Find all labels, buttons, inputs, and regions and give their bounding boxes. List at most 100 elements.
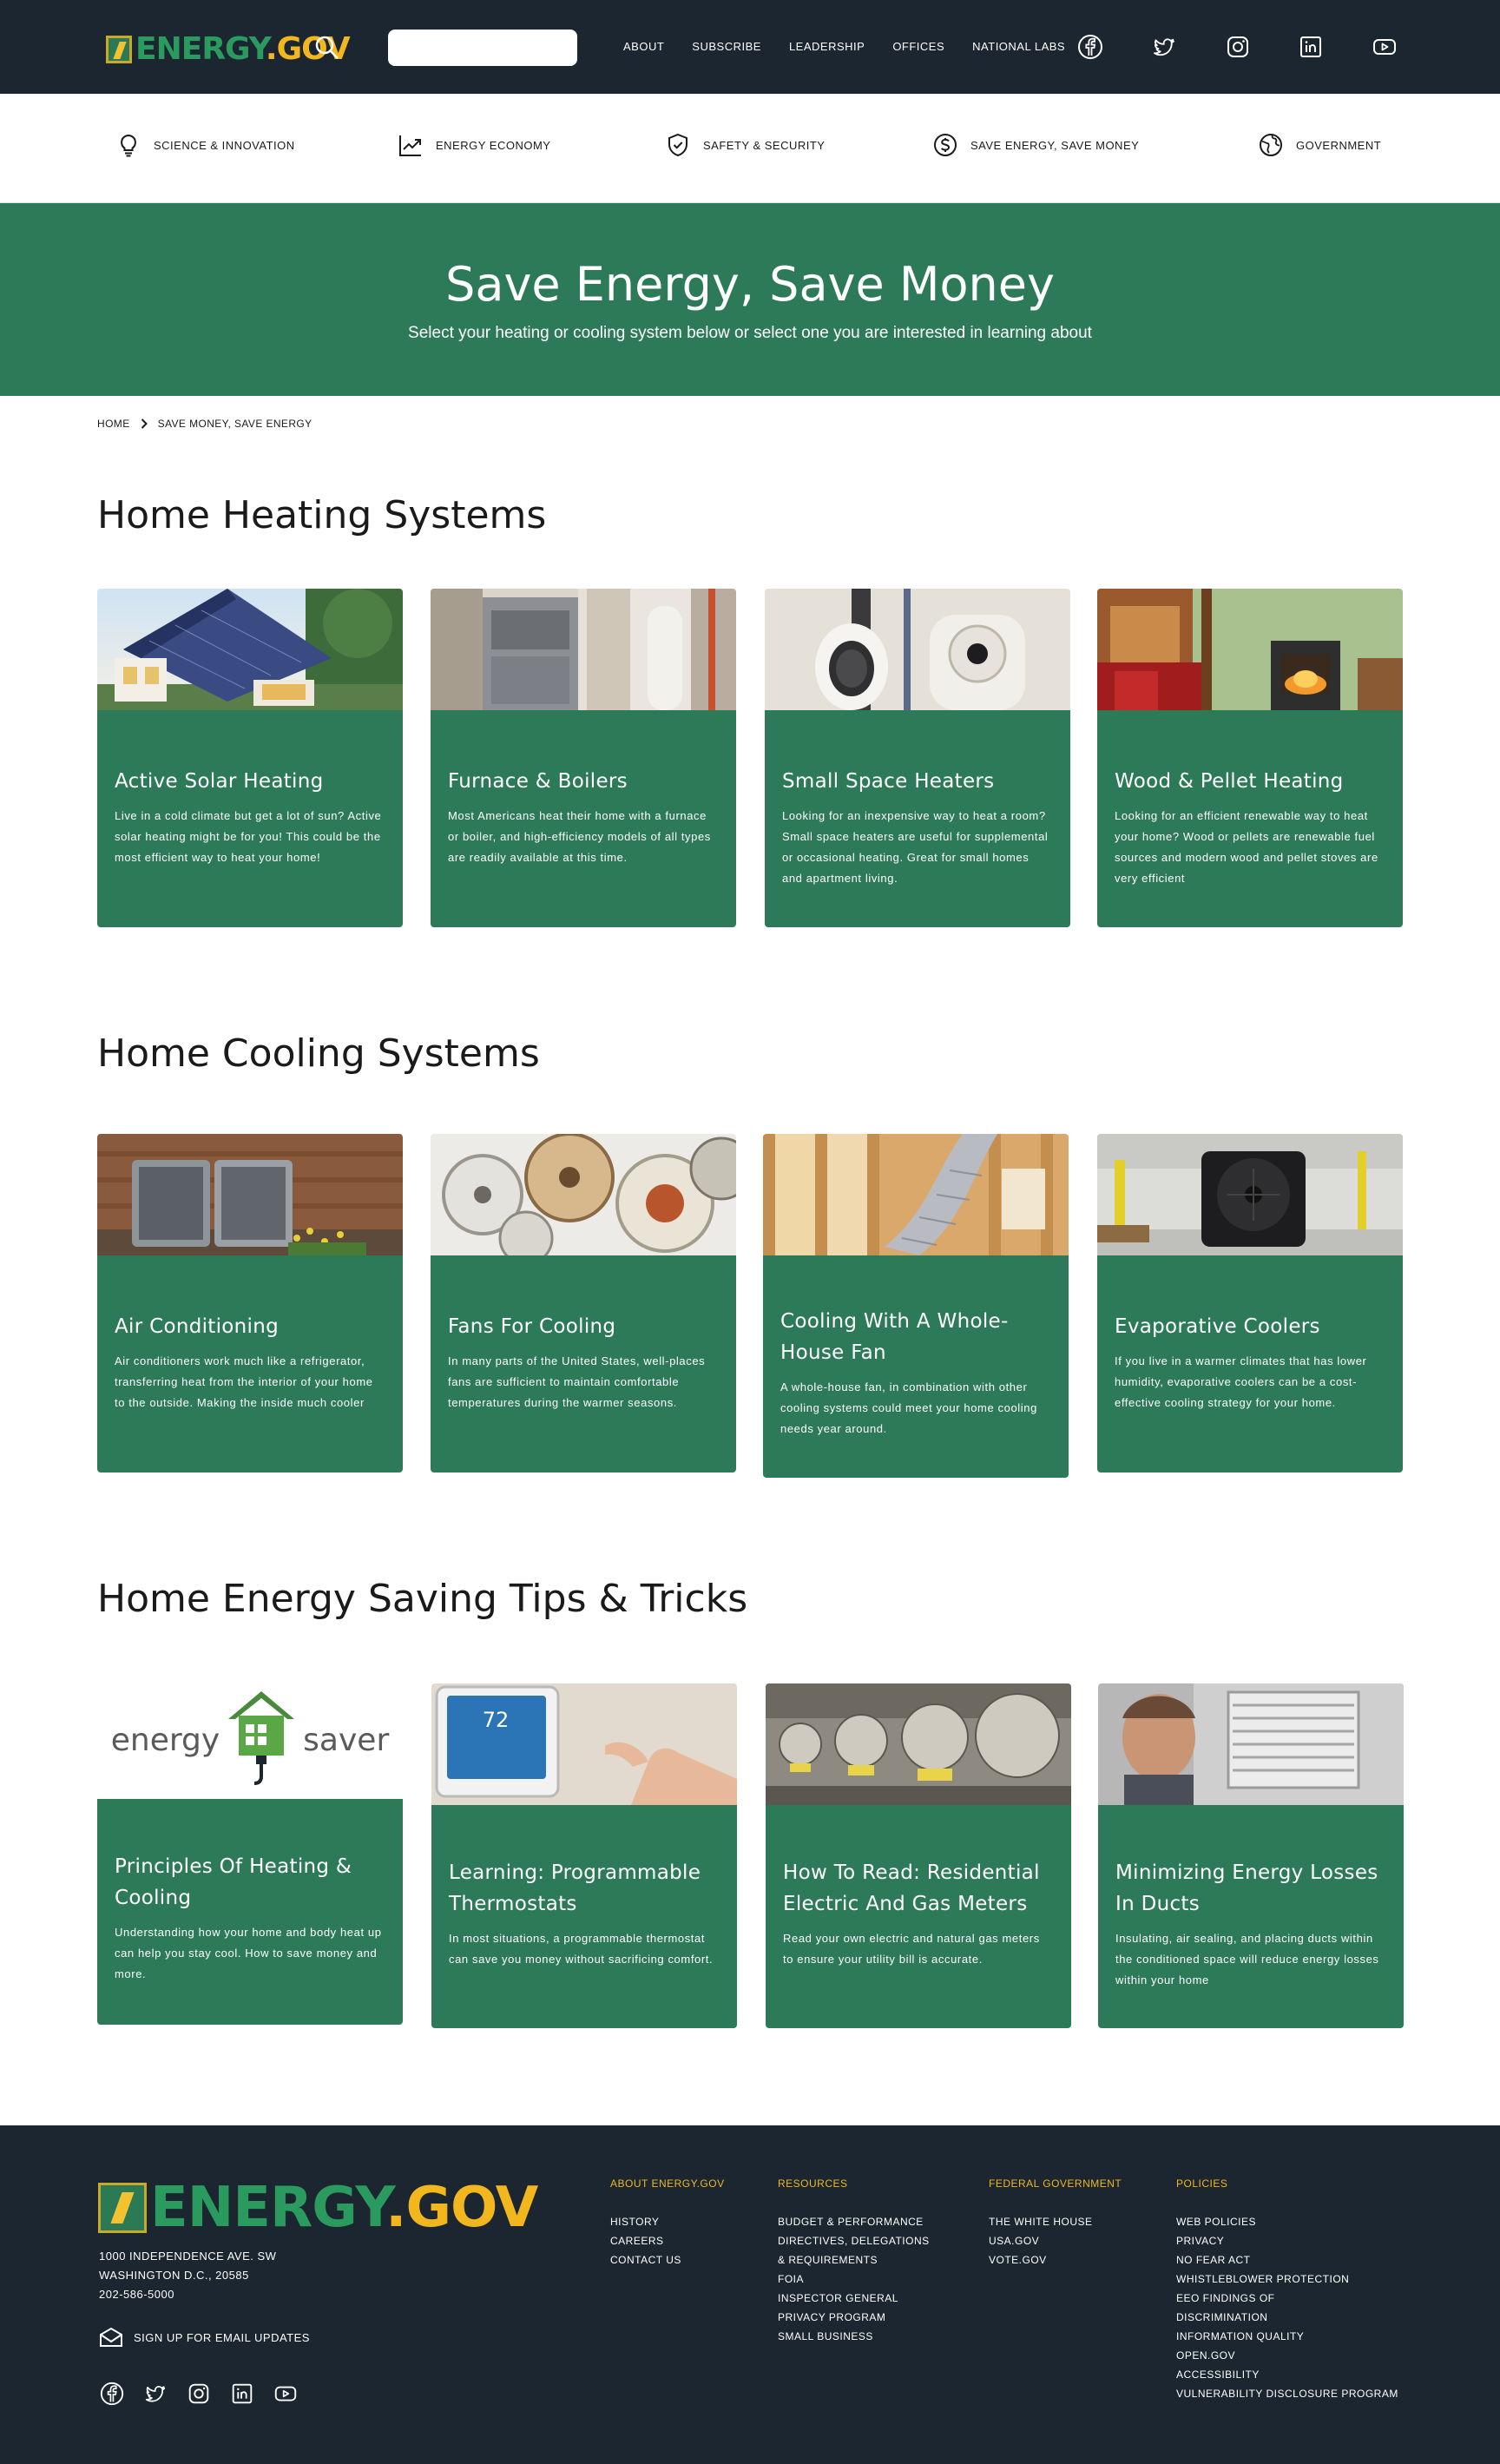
- footer-link[interactable]: NO FEAR ACT: [1176, 2250, 1398, 2270]
- shield-check-icon: [668, 133, 688, 157]
- footer-col-resources: RESOURCES BUDGET & PERFORMANCE DIRECTIVE…: [778, 2177, 930, 2346]
- footer-link[interactable]: WHISTLEBLOWER PROTECTION: [1176, 2270, 1398, 2289]
- footer-link[interactable]: CAREERS: [610, 2231, 725, 2250]
- page-title: Save Energy, Save Money: [445, 257, 1055, 312]
- linkedin-icon[interactable]: [1297, 33, 1325, 61]
- youtube-icon[interactable]: [273, 2381, 299, 2407]
- footer-link[interactable]: VULNERABILITY DISCLOSURE PROGRAM: [1176, 2384, 1398, 2403]
- footer-col-federal: FEDERAL GOVERNMENT THE WHITE HOUSE USA.G…: [989, 2177, 1122, 2270]
- energy-gov-logo[interactable]: ENERGY.GOV: [106, 31, 351, 67]
- card-furnace-boilers[interactable]: Furnace & Boilers Most Americans heat th…: [431, 589, 736, 927]
- email-signup-link[interactable]: SIGN UP FOR EMAIL UPDATES: [99, 2327, 310, 2348]
- card-fans-for-cooling[interactable]: Fans For Cooling In many parts of the Un…: [431, 1134, 736, 1472]
- energy-saver-word-right: saver: [303, 1722, 390, 1758]
- chevron-right-icon: [141, 418, 148, 429]
- footer-link[interactable]: DIRECTIVES, DELEGATIONS: [778, 2231, 930, 2250]
- footer-link[interactable]: PRIVACY: [1176, 2231, 1398, 2250]
- category-label: SAFETY & SECURITY: [703, 138, 826, 152]
- nav-offices[interactable]: OFFICES: [892, 40, 944, 53]
- card-title: Fans For Cooling: [448, 1315, 616, 1338]
- thermostat-image: 72: [431, 1683, 737, 1805]
- footer-link[interactable]: THE WHITE HOUSE: [989, 2212, 1122, 2231]
- card-read-meters[interactable]: How To Read: Residential Electric And Ga…: [766, 1683, 1071, 2028]
- instagram-icon[interactable]: [186, 2381, 212, 2407]
- breadcrumb-home[interactable]: HOME: [97, 418, 130, 430]
- card-energy-losses-ducts[interactable]: Minimizing Energy Losses In Ducts Insula…: [1098, 1683, 1404, 2028]
- category-government[interactable]: GOVERNMENT: [1258, 132, 1381, 158]
- instagram-icon[interactable]: [1224, 33, 1252, 61]
- footer-col-policies: POLICIES WEB POLICIES PRIVACY NO FEAR AC…: [1176, 2177, 1398, 2403]
- category-energy-economy[interactable]: ENERGY ECONOMY: [398, 132, 550, 158]
- twitter-icon[interactable]: [1150, 33, 1178, 61]
- card-text: Air conditioners work much like a refrig…: [115, 1354, 373, 1409]
- energy-saver-logo: energy saver: [97, 1681, 403, 1799]
- footer-address: 1000 INDEPENDENCE AVE. SW WASHINGTON D.C…: [99, 2247, 276, 2304]
- footer-link[interactable]: USA.GOV: [989, 2231, 1122, 2250]
- card-title: Small Space Heaters: [782, 770, 995, 793]
- category-science-innovation[interactable]: SCIENCE & INNOVATION: [115, 132, 295, 158]
- hero-banner: Save Energy, Save Money Select your heat…: [0, 203, 1500, 396]
- thermostat-reading: 72: [482, 1708, 510, 1732]
- footer-link[interactable]: PRIVACY PROGRAM: [778, 2308, 930, 2327]
- footer-link[interactable]: & REQUIREMENTS: [778, 2250, 930, 2270]
- footer-link[interactable]: VOTE.GOV: [989, 2250, 1122, 2270]
- card-programmable-thermostats[interactable]: 72 Learning: Programmable Thermostats In…: [431, 1683, 737, 2028]
- category-safety-security[interactable]: SAFETY & SECURITY: [665, 132, 825, 158]
- card-small-space-heaters[interactable]: Small Space Heaters Looking for an inexp…: [765, 589, 1070, 927]
- energy-saver-word-left: energy: [110, 1722, 220, 1758]
- furnace-image: [431, 589, 736, 710]
- footer-link[interactable]: ACCESSIBILITY: [1176, 2365, 1398, 2384]
- facebook-icon[interactable]: [99, 2381, 125, 2407]
- evaporative-cooler-image: [1097, 1134, 1403, 1255]
- twitter-icon[interactable]: [142, 2381, 168, 2407]
- footer-link[interactable]: EEO FINDINGS OF: [1176, 2289, 1398, 2308]
- card-principles-heating-cooling[interactable]: energy saver Principles Of Heating & Coo…: [97, 1681, 403, 2025]
- top-nav: ABOUT SUBSCRIBE LEADERSHIP OFFICES NATIO…: [623, 40, 1093, 53]
- logo-shield-icon: [98, 2183, 147, 2233]
- card-wood-pellet-heating[interactable]: Wood & Pellet Heating Looking for an eff…: [1097, 589, 1403, 927]
- footer-link[interactable]: DISCRIMINATION: [1176, 2308, 1398, 2327]
- footer-col-about: ABOUT ENERGY.GOV HISTORY CAREERS CONTACT…: [610, 2177, 725, 2270]
- card-air-conditioning[interactable]: Air Conditioning Air conditioners work m…: [97, 1134, 403, 1472]
- search-input[interactable]: [388, 30, 577, 66]
- dollar-circle-icon: [934, 134, 957, 156]
- fans-image: [431, 1134, 736, 1255]
- category-label: SAVE ENERGY, SAVE MONEY: [970, 138, 1140, 152]
- card-text: Insulating, air sealing, and placing duc…: [1115, 1932, 1379, 1986]
- youtube-icon[interactable]: [1371, 33, 1398, 61]
- utility-meters-image: [766, 1683, 1071, 1805]
- solar-house-image: [97, 589, 403, 710]
- card-whole-house-fan[interactable]: Cooling With A Whole-House Fan A whole-h…: [763, 1134, 1069, 1478]
- card-text: A whole-house fan, in combination with o…: [780, 1380, 1037, 1435]
- footer-col-title: POLICIES: [1176, 2177, 1228, 2190]
- linkedin-icon[interactable]: [229, 2381, 255, 2407]
- footer-link[interactable]: WEB POLICIES: [1176, 2212, 1398, 2231]
- card-evaporative-coolers[interactable]: Evaporative Coolers If you live in a war…: [1097, 1134, 1403, 1472]
- category-save-energy[interactable]: SAVE ENERGY, SAVE MONEY: [932, 132, 1139, 158]
- envelope-icon: [100, 2327, 122, 2347]
- footer-link[interactable]: HISTORY: [610, 2212, 725, 2231]
- card-title: Minimizing Energy Losses In Ducts: [1115, 1861, 1378, 1915]
- nav-about[interactable]: ABOUT: [623, 40, 664, 53]
- footer-link[interactable]: BUDGET & PERFORMANCE: [778, 2212, 930, 2231]
- search-icon[interactable]: [314, 35, 340, 61]
- duct-vent-image: [1098, 1683, 1404, 1805]
- footer-link[interactable]: SMALL BUSINESS: [778, 2327, 930, 2346]
- nav-subscribe[interactable]: SUBSCRIBE: [692, 40, 761, 53]
- nav-national-labs[interactable]: NATIONAL LABS: [972, 40, 1065, 53]
- footer-link[interactable]: OPEN.GOV: [1176, 2346, 1398, 2365]
- card-title: Air Conditioning: [115, 1315, 280, 1338]
- card-active-solar-heating[interactable]: Active Solar Heating Live in a cold clim…: [97, 589, 403, 927]
- footer-logo[interactable]: ENERGY.GOV: [98, 2176, 538, 2240]
- footer-link[interactable]: CONTACT US: [610, 2250, 725, 2270]
- footer-link[interactable]: FOIA: [778, 2270, 930, 2289]
- facebook-icon[interactable]: [1076, 33, 1104, 61]
- section-title-heating: Home Heating Systems: [97, 493, 547, 537]
- footer-link[interactable]: INSPECTOR GENERAL: [778, 2289, 930, 2308]
- footer-link[interactable]: INFORMATION QUALITY: [1176, 2327, 1398, 2346]
- address-line: 1000 INDEPENDENCE AVE. SW: [99, 2250, 277, 2263]
- hero-subtitle: Select your heating or cooling system be…: [408, 324, 1092, 342]
- breadcrumb-current[interactable]: SAVE MONEY, SAVE ENERGY: [158, 418, 312, 430]
- card-title: Principles Of Heating & Cooling: [115, 1855, 352, 1909]
- nav-leadership[interactable]: LEADERSHIP: [789, 40, 865, 53]
